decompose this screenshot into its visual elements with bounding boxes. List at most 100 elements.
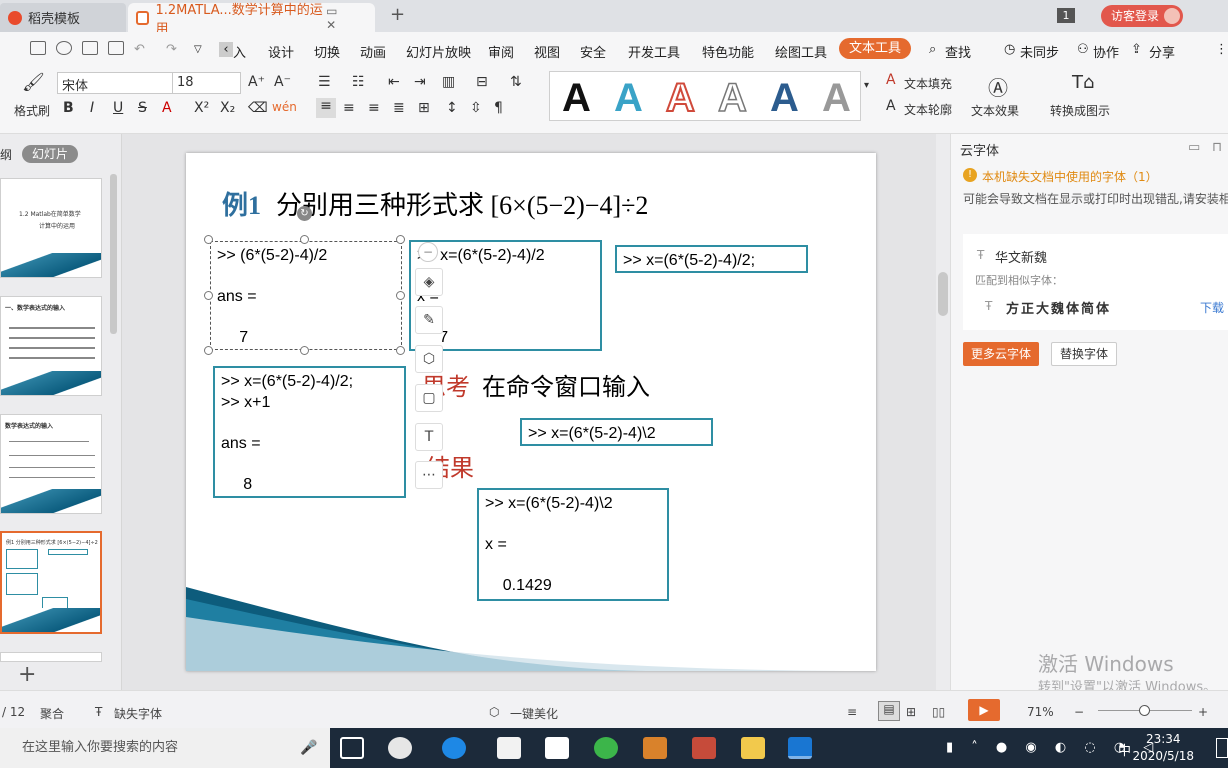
resize-handle[interactable]: [300, 346, 309, 355]
strikethrough-button[interactable]: S: [138, 100, 147, 116]
canvas-scrollbar[interactable]: [936, 134, 950, 690]
mail-icon[interactable]: [545, 737, 569, 759]
align-text-icon[interactable]: ⊟: [476, 74, 488, 90]
wordart-style-gray-outline[interactable]: A: [717, 75, 747, 121]
column-icon[interactable]: ▥: [442, 74, 455, 90]
tab-daoke-template[interactable]: 稻壳模板: [0, 3, 126, 32]
rotate-handle-icon[interactable]: ↻: [297, 206, 312, 221]
close-icon[interactable]: ▭ ✕: [326, 4, 367, 32]
bullet-list-icon[interactable]: ☰: [318, 74, 331, 90]
menu-review[interactable]: 审阅: [488, 42, 514, 61]
slide-title-text[interactable]: 分别用三种形式求 [6×(5−2)−4]÷2: [276, 185, 648, 222]
taskbar-search-input[interactable]: 在这里输入你要搜索的内容: [0, 728, 330, 768]
tab-outline[interactable]: 纲: [0, 146, 12, 163]
ie-browser-icon[interactable]: [442, 737, 466, 759]
save-icon[interactable]: [30, 41, 46, 55]
zoom-level[interactable]: 71%: [1027, 705, 1054, 719]
distribute-icon[interactable]: ⊞: [418, 100, 430, 116]
more-cloud-fonts-button[interactable]: 更多云字体: [963, 342, 1039, 366]
text-direction-icon[interactable]: ⇅: [510, 74, 522, 90]
microphone-icon[interactable]: 🎤: [300, 740, 317, 756]
wordart-gallery[interactable]: A A A A A A: [549, 71, 861, 121]
menu-transition[interactable]: 切换: [314, 42, 340, 61]
slide-thumbnail-4[interactable]: 例1 分别用三种形式求 [6×(5−2)−4]÷2: [0, 531, 102, 634]
font-color-icon[interactable]: A: [162, 100, 172, 116]
slide-title-number[interactable]: 例1: [222, 185, 261, 222]
slide-thumbnail-5[interactable]: [0, 652, 102, 662]
redo-icon[interactable]: ↷: [166, 42, 177, 57]
wordart-style-cyan[interactable]: A: [614, 76, 643, 121]
merge-button[interactable]: 聚合: [40, 705, 64, 722]
customize-icon[interactable]: ▽: [194, 44, 202, 55]
wps-icon[interactable]: [788, 737, 812, 759]
canvas-scroll-thumb[interactable]: [938, 272, 948, 316]
format-painter-label[interactable]: 格式刷: [14, 102, 50, 119]
app-fan-icon[interactable]: [388, 737, 412, 759]
task-view-icon[interactable]: [340, 737, 364, 759]
scroll-left-icon[interactable]: ‹: [219, 42, 233, 57]
format-painter-icon[interactable]: 🖌: [22, 72, 45, 93]
font-name-select[interactable]: 宋体: [57, 72, 173, 94]
decrease-font-icon[interactable]: A⁻: [274, 74, 291, 90]
numbered-list-icon[interactable]: ☷: [352, 74, 365, 90]
ime-indicator[interactable]: 中: [1118, 740, 1131, 759]
menu-insert[interactable]: 入: [233, 42, 246, 61]
print-icon[interactable]: [82, 41, 98, 55]
resize-handle[interactable]: [204, 291, 213, 300]
align-left-icon[interactable]: ≡: [316, 98, 336, 118]
more-options-icon[interactable]: ⋯: [415, 461, 443, 489]
text-effect-icon[interactable]: Ⓐ: [988, 72, 1008, 101]
tab-current-document[interactable]: 1.2MATLA...数学计算中的运用 ▭ ✕: [128, 3, 375, 37]
wordart-style-black[interactable]: A: [562, 76, 591, 121]
align-right-icon[interactable]: ≡: [368, 100, 380, 116]
sorter-view-icon[interactable]: ⊞: [906, 705, 916, 719]
clear-format-icon[interactable]: ⌫: [248, 100, 268, 116]
menu-developer[interactable]: 开发工具: [628, 42, 680, 61]
print-preview-icon[interactable]: [108, 41, 124, 55]
decrease-indent-icon[interactable]: ⇤: [388, 74, 400, 90]
layers-icon[interactable]: ◈: [415, 268, 443, 296]
resize-handle[interactable]: [204, 235, 213, 244]
justify-icon[interactable]: ≣: [393, 100, 405, 116]
notes-icon[interactable]: ≡: [847, 705, 857, 719]
wordart-style-navy[interactable]: A: [770, 76, 799, 121]
search-icon[interactable]: ⌕: [929, 42, 936, 57]
missing-font-button[interactable]: 缺失字体: [114, 705, 162, 722]
wordart-style-gray[interactable]: A: [822, 76, 851, 121]
resize-handle[interactable]: [396, 291, 405, 300]
menu-design[interactable]: 设计: [268, 42, 294, 61]
code-box-3[interactable]: >> x=(6*(5-2)-4)/2;: [615, 245, 808, 273]
convert-diagram-icon[interactable]: T⌂: [1072, 72, 1094, 93]
resize-handle[interactable]: [396, 235, 405, 244]
matlab-icon[interactable]: [643, 737, 667, 759]
beautify-button[interactable]: 一键美化: [510, 705, 558, 722]
undo-history-icon[interactable]: [56, 41, 72, 55]
window-count-badge[interactable]: 1: [1057, 8, 1075, 23]
menu-share[interactable]: 分享: [1149, 42, 1175, 61]
add-slide-button[interactable]: +: [18, 662, 36, 687]
paragraph-spacing-icon[interactable]: ⇳: [470, 100, 482, 116]
line-spacing-icon[interactable]: ↕: [446, 100, 458, 116]
menu-animation[interactable]: 动画: [360, 42, 386, 61]
zoom-slider-thumb[interactable]: [1139, 705, 1150, 716]
menu-features[interactable]: 特色功能: [702, 42, 754, 61]
underline-button[interactable]: U: [113, 100, 123, 116]
bold-button[interactable]: B: [63, 100, 74, 116]
code-box-1[interactable]: >> (6*(5-2)-4)/2 ans = 7: [210, 241, 402, 350]
file-explorer-icon[interactable]: [741, 737, 765, 759]
thumbnail-scrollbar[interactable]: [110, 174, 117, 334]
menu-security[interactable]: 安全: [580, 42, 606, 61]
menu-search[interactable]: 查找: [945, 42, 971, 61]
new-tab-button[interactable]: +: [390, 4, 405, 25]
collapse-icon[interactable]: −: [418, 242, 438, 262]
slide-thumbnail-3[interactable]: 数学表达式的输入: [0, 414, 102, 514]
browser-360-icon[interactable]: [594, 737, 618, 759]
code-box-6[interactable]: >> x=(6*(5-2)-4)\2 x = 0.1429: [477, 488, 669, 601]
text-fill-button[interactable]: 文本填充: [904, 75, 952, 92]
zoom-out-icon[interactable]: −: [1074, 705, 1084, 719]
increase-indent-icon[interactable]: ⇥: [414, 74, 426, 90]
outline-icon[interactable]: ▢: [415, 384, 443, 412]
phonetic-icon[interactable]: wén: [272, 100, 297, 114]
resize-handle[interactable]: [396, 346, 405, 355]
replace-font-button[interactable]: 替换字体: [1051, 342, 1117, 366]
